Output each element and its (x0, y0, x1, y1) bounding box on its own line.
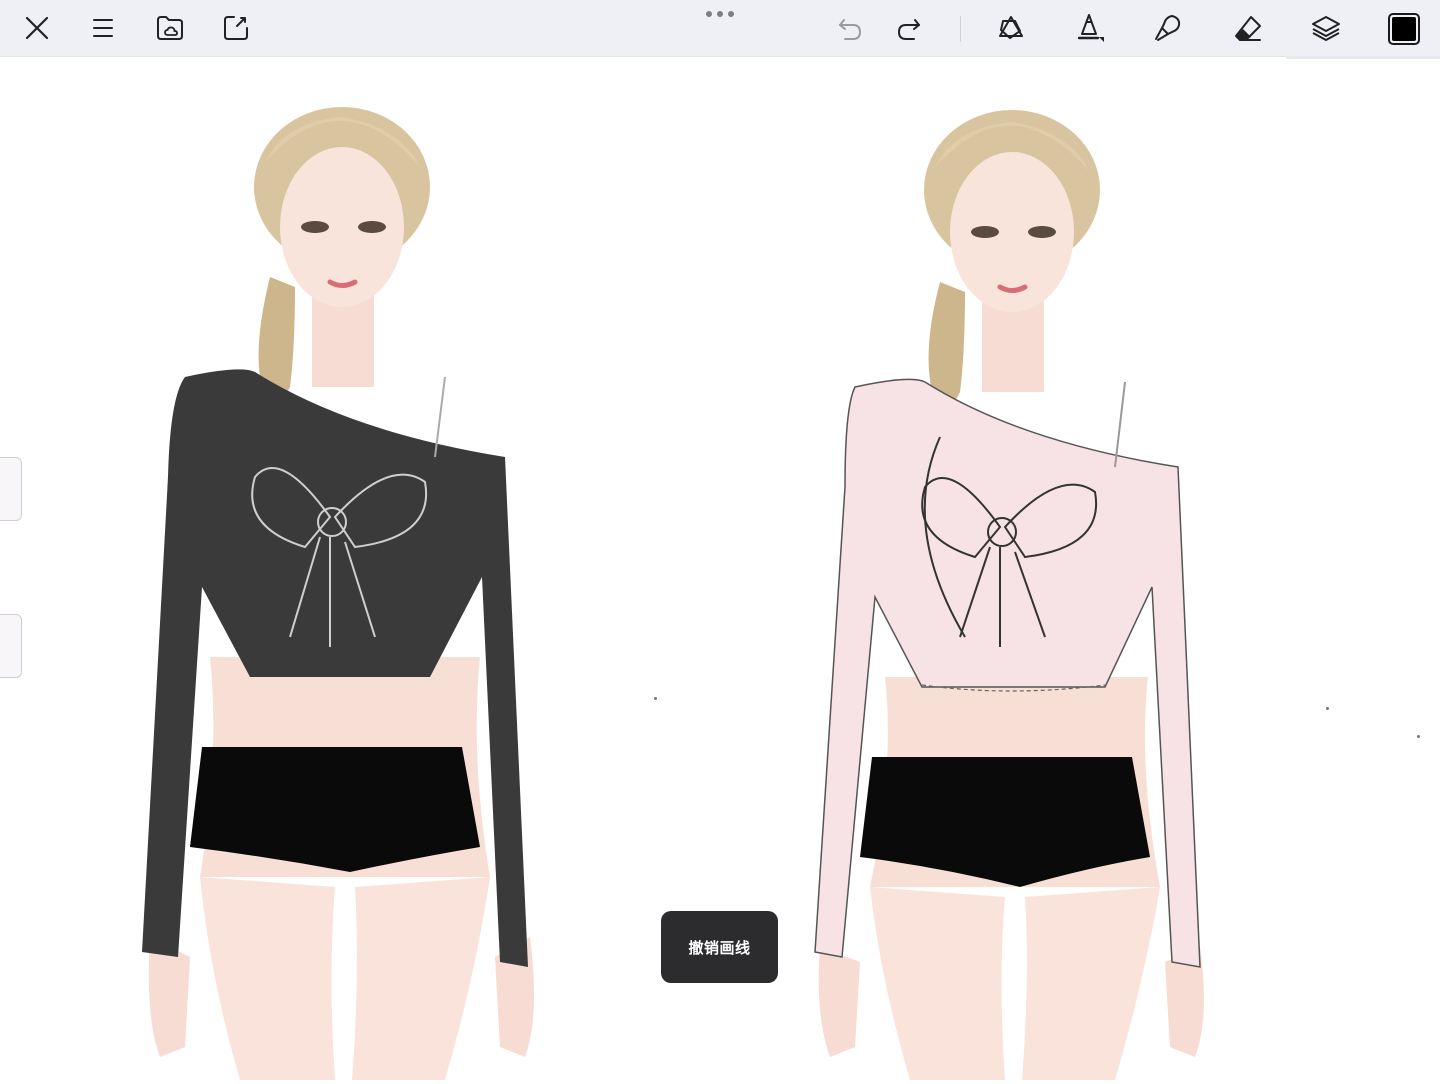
top-toolbar (0, 0, 1440, 57)
figure-drawing (814, 110, 1204, 1080)
adjust-button[interactable] (216, 8, 256, 48)
eraser-tool[interactable] (1228, 8, 1268, 48)
canvas-speck (1326, 707, 1329, 710)
gallery-button[interactable] (150, 8, 190, 48)
undo-button[interactable] (830, 8, 870, 48)
smudge-tool[interactable] (1148, 8, 1188, 48)
toolbar-divider (960, 16, 961, 42)
layers-tool[interactable] (1306, 8, 1346, 48)
more-dots-icon (706, 11, 734, 17)
brush-icon (1077, 14, 1104, 42)
toolbar-drag-handle[interactable] (700, 6, 740, 20)
eraser-icon (1235, 16, 1261, 41)
undo-arrow-icon (839, 19, 862, 40)
canvas-speck (1417, 735, 1420, 738)
redo-arrow-icon (897, 19, 920, 40)
undo-toast: 撤销画线 (661, 911, 778, 983)
current-color-swatch (1392, 17, 1416, 41)
fashion-figure-left (90, 57, 590, 1080)
brush-tool[interactable] (1069, 8, 1109, 48)
shapes-icon (999, 16, 1023, 39)
canvas-speck (654, 697, 657, 700)
share-edit-icon (224, 16, 248, 40)
layers-icon (1312, 16, 1340, 41)
figure-drawing (142, 107, 534, 1080)
shapes-tool[interactable] (991, 8, 1031, 48)
folder-cloud-icon (157, 16, 183, 40)
close-button[interactable] (17, 8, 57, 48)
smudge-icon (1155, 15, 1181, 41)
redo-button[interactable] (889, 8, 929, 48)
close-icon (25, 16, 49, 40)
fashion-figure-right (760, 57, 1260, 1080)
menu-button[interactable] (83, 8, 123, 48)
hamburger-menu-icon (93, 19, 113, 37)
color-picker-button[interactable] (1388, 13, 1420, 45)
toast-message: 撤销画线 (688, 938, 751, 957)
